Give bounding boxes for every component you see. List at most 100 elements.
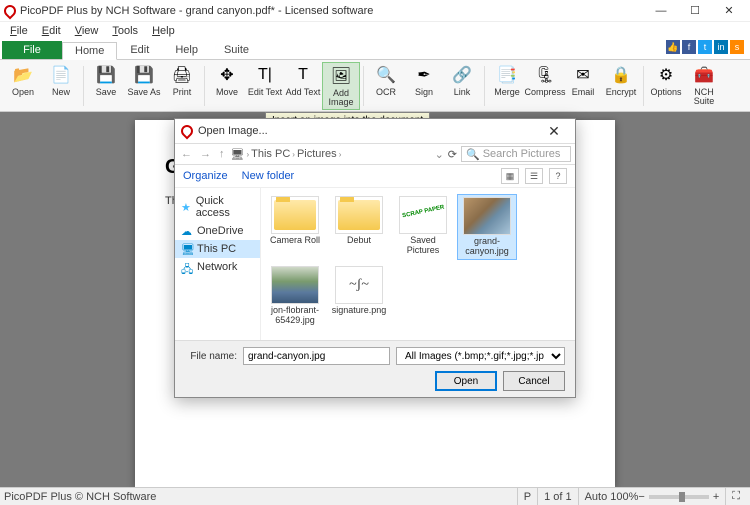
view-list-button[interactable]: ☰ <box>525 168 543 184</box>
statusbar: PicoPDF Plus © NCH Software P 1 of 1 Aut… <box>0 487 750 505</box>
filename-label: File name: <box>185 351 237 362</box>
newfolder-button[interactable]: New folder <box>242 170 295 182</box>
folder-debut[interactable]: Debut <box>329 194 389 260</box>
menubar: File Edit View Tools Help <box>0 22 750 40</box>
merge-button[interactable]: 📑Merge <box>488 62 526 110</box>
open-button[interactable]: 📂Open <box>4 62 42 110</box>
tab-file[interactable]: File <box>2 41 62 59</box>
encrypt-icon: 🔒 <box>610 64 632 86</box>
menu-view[interactable]: View <box>69 25 105 37</box>
open-file-button[interactable]: Open <box>435 371 497 391</box>
social-icons: 👍 f t in s <box>666 40 744 54</box>
image-thumb: ~ʃ~ <box>335 266 383 304</box>
nav-forward-button[interactable]: → <box>198 148 213 160</box>
tab-suite[interactable]: Suite <box>211 41 262 59</box>
file-grand-canyon[interactable]: grand-canyon.jpg <box>457 194 517 260</box>
status-product: PicoPDF Plus © NCH Software <box>4 491 156 503</box>
facebook-icon[interactable]: f <box>682 40 696 54</box>
fullscreen-button[interactable]: ⛶ <box>725 488 746 505</box>
filename-input[interactable] <box>243 347 390 365</box>
saveas-icon: 💾 <box>133 64 155 86</box>
compress-icon: 🗜 <box>534 64 556 86</box>
options-button[interactable]: ⚙Options <box>647 62 685 110</box>
pc-icon: 🖥 <box>181 243 193 255</box>
cancel-button[interactable]: Cancel <box>503 371 565 391</box>
sidebar-thispc[interactable]: 🖥This PC <box>175 240 260 258</box>
sidebar-onedrive[interactable]: ☁OneDrive <box>175 222 260 240</box>
move-icon: ✥ <box>216 64 238 86</box>
tab-home[interactable]: Home <box>62 42 117 60</box>
menu-edit[interactable]: Edit <box>36 25 67 37</box>
ocr-button[interactable]: 🔍OCR <box>367 62 405 110</box>
new-button[interactable]: 📄New <box>42 62 80 110</box>
dialog-title: Open Image... <box>198 125 539 137</box>
titlebar: PicoPDF Plus by NCH Software - grand can… <box>0 0 750 22</box>
move-button[interactable]: ✥Move <box>208 62 246 110</box>
folder-saved-pictures[interactable]: Saved Pictures <box>393 194 453 260</box>
link-icon: 🔗 <box>451 64 473 86</box>
merge-icon: 📑 <box>496 64 518 86</box>
tab-edit[interactable]: Edit <box>117 41 162 59</box>
dialog-nav: ← → ↑ 🖥 › This PC › Pictures › ⌄ ⟳ 🔍 Sea… <box>175 143 575 165</box>
linkedin-icon[interactable]: in <box>714 40 728 54</box>
tab-help[interactable]: Help <box>162 41 211 59</box>
edittext-icon: T| <box>254 64 276 86</box>
window-title: PicoPDF Plus by NCH Software - grand can… <box>20 5 644 17</box>
share-icon[interactable]: s <box>730 40 744 54</box>
folder-icon <box>399 196 447 234</box>
zoom-in-button[interactable]: + <box>713 491 719 503</box>
minimize-button[interactable]: — <box>644 0 678 22</box>
pc-icon: 🖥 <box>231 148 245 161</box>
like-icon[interactable]: 👍 <box>666 40 680 54</box>
nchsuite-button[interactable]: 🧰NCH Suite <box>685 62 723 110</box>
file-jon-flobrant[interactable]: jon-flobrant-65429.jpg <box>265 264 325 328</box>
dropdown-icon[interactable]: ⌄ <box>435 148 444 161</box>
new-icon: 📄 <box>50 64 72 86</box>
menu-tools[interactable]: Tools <box>106 25 144 37</box>
dialog-icon <box>179 123 196 140</box>
sidebar-network[interactable]: 🖧Network <box>175 258 260 276</box>
dialog-sidebar: ★Quick access ☁OneDrive 🖥This PC 🖧Networ… <box>175 188 261 340</box>
dialog-close-button[interactable]: ✕ <box>539 123 569 140</box>
nav-up-button[interactable]: ↑ <box>217 148 227 160</box>
sidebar-quick-access[interactable]: ★Quick access <box>175 192 260 222</box>
sign-icon: ✒ <box>413 64 435 86</box>
file-signature[interactable]: ~ʃ~signature.png <box>329 264 389 328</box>
folder-icon <box>274 200 316 230</box>
menu-file[interactable]: File <box>4 25 34 37</box>
close-button[interactable]: ✕ <box>712 0 746 22</box>
refresh-button[interactable]: ⟳ <box>448 148 457 161</box>
open-image-dialog: Open Image... ✕ ← → ↑ 🖥 › This PC › Pict… <box>174 118 576 398</box>
status-p: P <box>517 488 537 505</box>
status-page: 1 of 1 <box>537 488 578 505</box>
twitter-icon[interactable]: t <box>698 40 712 54</box>
encrypt-button[interactable]: 🔒Encrypt <box>602 62 640 110</box>
email-button[interactable]: ✉Email <box>564 62 602 110</box>
breadcrumb[interactable]: 🖥 › This PC › Pictures › <box>231 148 431 161</box>
print-button[interactable]: 🖨Print <box>163 62 201 110</box>
menu-help[interactable]: Help <box>146 25 181 37</box>
status-zoom: Auto 100% −+ <box>578 488 726 505</box>
nav-back-button[interactable]: ← <box>179 148 194 160</box>
tabbar: File Home Edit Help Suite 👍 f t in s <box>0 40 750 60</box>
addtext-button[interactable]: TAdd Text <box>284 62 322 110</box>
organize-button[interactable]: Organize <box>183 170 228 182</box>
folder-camera-roll[interactable]: Camera Roll <box>265 194 325 260</box>
search-icon: 🔍 <box>466 148 480 161</box>
saveas-button[interactable]: 💾Save As <box>125 62 163 110</box>
link-button[interactable]: 🔗Link <box>443 62 481 110</box>
email-icon: ✉ <box>572 64 594 86</box>
addtext-icon: T <box>292 64 314 86</box>
edittext-button[interactable]: T|Edit Text <box>246 62 284 110</box>
maximize-button[interactable]: ☐ <box>678 0 712 22</box>
compress-button[interactable]: 🗜Compress <box>526 62 564 110</box>
save-button[interactable]: 💾Save <box>87 62 125 110</box>
filter-select[interactable]: All Images (*.bmp;*.gif;*.jpg;*.jp <box>396 347 565 365</box>
search-input[interactable]: 🔍 Search Pictures <box>461 146 571 162</box>
view-thumbs-button[interactable]: ▦ <box>501 168 519 184</box>
zoom-slider[interactable] <box>649 495 709 499</box>
sign-button[interactable]: ✒Sign <box>405 62 443 110</box>
zoom-out-button[interactable]: − <box>638 491 644 503</box>
addimage-button[interactable]: 🖼Add Image <box>322 62 360 110</box>
help-button[interactable]: ? <box>549 168 567 184</box>
